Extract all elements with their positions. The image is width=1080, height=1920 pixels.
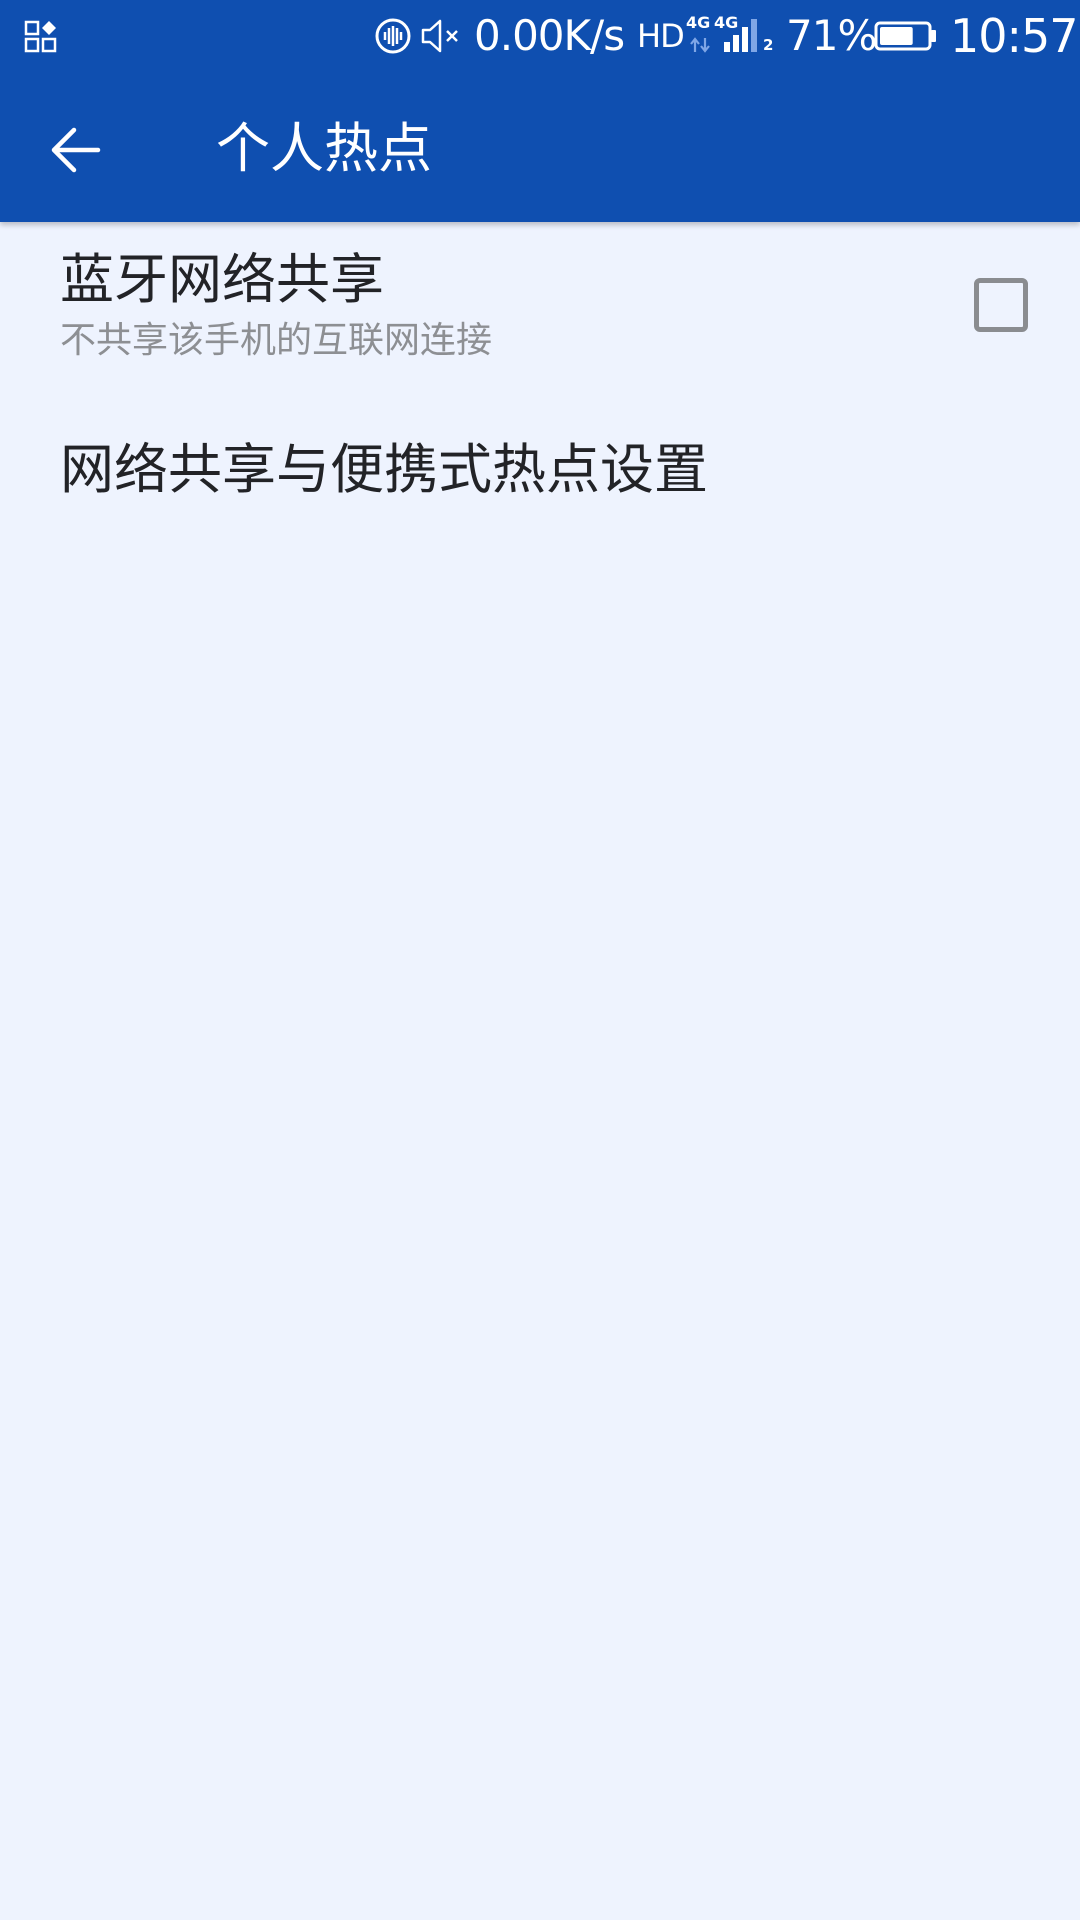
bluetooth-tethering-summary: 不共享该手机的互联网连接 bbox=[60, 320, 493, 361]
signal-icon bbox=[724, 19, 757, 52]
battery-percent: 71% bbox=[786, 11, 877, 60]
back-arrow-icon bbox=[51, 127, 101, 173]
net-type-1: 4G bbox=[686, 13, 711, 32]
mute-icon bbox=[421, 19, 458, 53]
bluetooth-tethering-checkbox[interactable] bbox=[974, 278, 1028, 332]
apps-icon bbox=[24, 20, 57, 53]
sim-slot: 2 bbox=[763, 36, 774, 54]
hotspot-settings-title: 网络共享与便携式热点设置 bbox=[60, 438, 708, 501]
data-arrows-icon bbox=[690, 37, 710, 53]
voice-icon bbox=[375, 18, 411, 54]
net-speed: 0.00K/s bbox=[474, 11, 625, 60]
bluetooth-tethering-title: 蓝牙网络共享 bbox=[60, 248, 384, 311]
back-button[interactable] bbox=[34, 108, 118, 192]
hotspot-settings-item[interactable]: 网络共享与便携式热点设置 bbox=[0, 418, 1080, 538]
hd-label: HD bbox=[637, 17, 685, 55]
battery-icon bbox=[874, 21, 936, 51]
clock: 10:57 bbox=[950, 9, 1079, 63]
page-title: 个人热点 bbox=[216, 117, 432, 180]
status-bar: 0.00K/s HD 4G 4G 2 71% 10:57 bbox=[0, 0, 1080, 72]
app-bar: 0.00K/s HD 4G 4G 2 71% 10:57 个人热点 bbox=[0, 0, 1080, 222]
bluetooth-tethering-item[interactable]: 蓝牙网络共享 不共享该手机的互联网连接 bbox=[0, 222, 1080, 392]
